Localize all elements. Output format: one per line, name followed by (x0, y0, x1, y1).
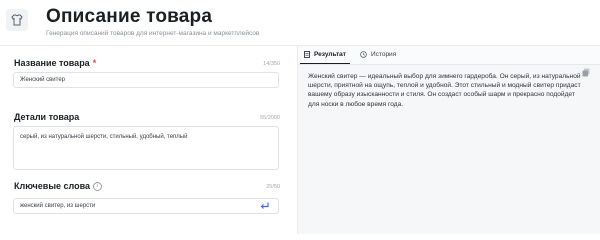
info-icon[interactable]: i (93, 182, 103, 192)
tab-result[interactable]: Результат (300, 46, 350, 64)
tab-history[interactable]: История (356, 46, 400, 63)
page-title: Описание товара (46, 6, 213, 27)
header: Описание товара Генерация описаний товар… (0, 0, 600, 40)
product-details-label: Детали товара (14, 112, 80, 122)
tab-result-label: Результат (314, 51, 346, 58)
keywords-label: Ключевые слова i (14, 181, 103, 192)
product-details-textarea[interactable]: серый, из натуральной шерсти, стильный, … (13, 126, 279, 170)
generated-description: Женский свитер — идеальный выбор для зим… (308, 73, 581, 108)
product-name-counter: 14/350 (263, 61, 280, 67)
copy-icon[interactable] (582, 68, 590, 77)
tab-history-label: История (371, 51, 397, 58)
output-tabs: Результат История (298, 46, 600, 65)
product-name-label: Название товара * (14, 58, 96, 68)
enter-icon[interactable] (259, 201, 270, 211)
product-details-counter: 55/2000 (260, 115, 280, 121)
output-panel: Результат История Женский свитер — идеал… (298, 46, 600, 234)
required-mark: * (92, 58, 97, 68)
keywords-input-value: женский свитер, из шерсти (20, 203, 96, 209)
page-subtitle: Генерация описаний товаров для интернет-… (46, 30, 260, 37)
keywords-counter: 25/50 (266, 184, 280, 190)
document-icon (304, 51, 310, 58)
clock-icon (360, 51, 367, 58)
keywords-input[interactable]: женский свитер, из шерсти (13, 198, 279, 214)
keywords-label-text: Ключевые слова (14, 181, 91, 191)
product-name-label-text: Название товара (14, 58, 90, 68)
product-name-input[interactable]: Женский свитер (13, 72, 279, 88)
shirt-icon (6, 9, 28, 31)
input-panel: Название товара * 14/350 Женский свитер Д… (0, 46, 296, 234)
